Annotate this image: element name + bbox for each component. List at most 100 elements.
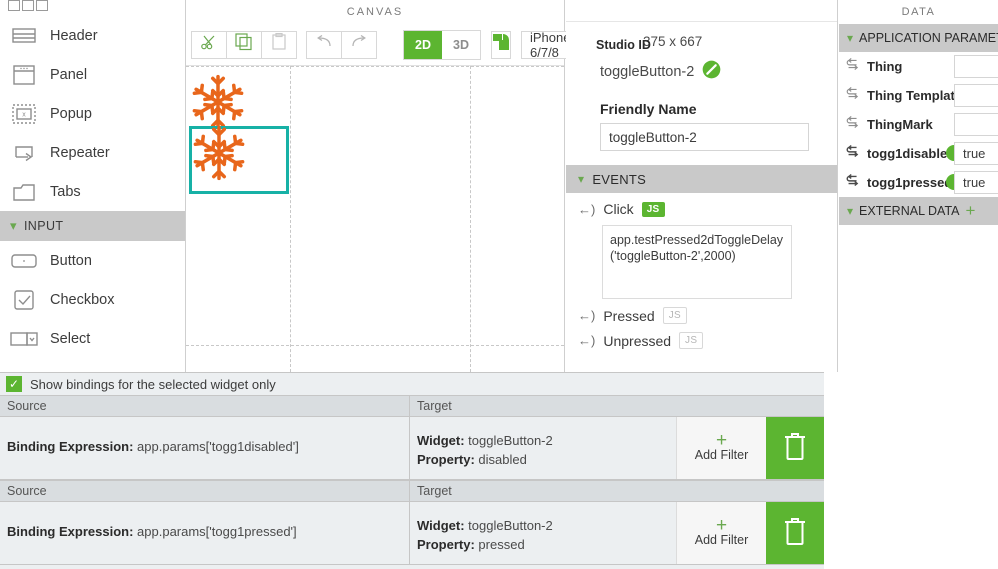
binding-row[interactable]: Binding Expression: app.params['togg1pre… [0, 502, 824, 565]
palette-item-label: Popup [50, 105, 92, 122]
scissors-icon [200, 33, 218, 56]
event-arrow-icon: ←) [578, 333, 596, 348]
data-row-togg1pressed[interactable]: togg1pressed true [839, 168, 998, 197]
canvas-pane: CANVAS 2D 3D iPhone 6/7/8 [186, 0, 617, 374]
redo-button[interactable] [341, 30, 377, 59]
binding-expression-value: app.params['togg1disabled'] [137, 439, 299, 454]
data-row-thing[interactable]: Thing [839, 52, 998, 81]
event-row-pressed[interactable]: ←) Pressed JS [566, 299, 837, 324]
bindings-pane: ✓ Show bindings for the selected widget … [0, 372, 824, 569]
bindings-col-target-header: Target [417, 399, 452, 413]
palette-item-label: Tabs [50, 183, 81, 200]
canvas-guide-vertical [290, 66, 291, 372]
binding-arrows-icon [845, 57, 861, 76]
canvas-toolbar: 2D 3D iPhone 6/7/8 ▾ [186, 24, 617, 66]
external-data-header[interactable]: ▾ EXTERNAL DATA + [839, 197, 998, 225]
bindings-col-target-header: Target [417, 484, 452, 498]
palette-item-label: Panel [50, 66, 88, 83]
canvas-guide-vertical [470, 66, 471, 372]
trash-icon [781, 430, 809, 467]
application-parameters-header[interactable]: ▾ APPLICATION PARAMETERS [839, 24, 998, 52]
palette-item-button[interactable]: Button [0, 241, 185, 280]
friendly-name-input[interactable]: toggleButton-2 [600, 123, 809, 151]
palette-item-repeater[interactable]: Repeater [0, 133, 185, 172]
palette-item-tabs[interactable]: Tabs [0, 172, 185, 211]
canvas-stage[interactable] [186, 66, 564, 372]
event-arrow-icon: ←) [578, 308, 596, 323]
palette-item-label: Select [50, 330, 91, 347]
palette-section-input[interactable]: ▾ INPUT [0, 211, 185, 241]
thingworx-studio-window: Header Panel x Popup Repeater Tabs ▾ INP… [0, 0, 998, 569]
binding-row[interactable]: Binding Expression: app.params['togg1dis… [0, 417, 824, 480]
chevron-down-icon: ▾ [847, 31, 854, 45]
show-bindings-checkbox[interactable]: ✓ [6, 376, 22, 392]
add-filter-button[interactable]: + Add Filter [676, 417, 766, 479]
data-row-value[interactable]: true [954, 171, 998, 194]
event-row-click[interactable]: ←) Click JS [566, 193, 837, 217]
data-row-value[interactable] [954, 55, 998, 78]
property-label: Property: [417, 537, 475, 552]
layout-icon [492, 33, 510, 56]
widget-label: Widget: [417, 518, 465, 533]
event-name: Pressed [603, 307, 655, 324]
js-badge[interactable]: JS [679, 332, 704, 349]
palette-item-label: Header [50, 27, 98, 44]
binding-target-cell: Widget: toggleButton-2 Property: pressed… [410, 502, 824, 564]
palette-item-label: Checkbox [50, 291, 115, 308]
data-row-value[interactable] [954, 84, 998, 107]
event-name: Click [603, 201, 634, 217]
snowflake-widget-2[interactable] [189, 125, 289, 194]
add-filter-button[interactable]: + Add Filter [676, 502, 766, 564]
delete-binding-button[interactable] [766, 502, 824, 564]
palette-item-label: Repeater [50, 144, 110, 161]
data-row-thingmark[interactable]: ThingMark [839, 110, 998, 139]
data-row-thing-template[interactable]: Thing Template [839, 81, 998, 110]
palette-item-header[interactable]: Header [0, 16, 185, 55]
events-section-header[interactable]: ▾ EVENTS [566, 165, 837, 193]
binding-arrows-icon [845, 115, 861, 134]
data-row-value[interactable]: true [954, 142, 998, 165]
js-badge[interactable]: JS [641, 201, 665, 217]
paste-button[interactable] [261, 30, 297, 59]
external-data-label: EXTERNAL DATA [859, 204, 960, 218]
tab-2d-view[interactable]: 2D [404, 30, 442, 59]
undo-button[interactable] [306, 30, 342, 59]
widget-value: toggleButton-2 [468, 518, 553, 533]
binding-target-info: Widget: toggleButton-2 Property: pressed [410, 502, 676, 564]
studio-id-label: Studio ID [596, 38, 651, 52]
show-bindings-label: Show bindings for the selected widget on… [30, 376, 276, 392]
paste-icon [270, 32, 288, 56]
property-label: Property: [417, 452, 475, 467]
palette-item-panel[interactable]: Panel [0, 55, 185, 94]
undo-icon [314, 34, 334, 54]
chevron-down-icon: ▾ [10, 218, 17, 233]
clipboard-button-group [191, 30, 297, 59]
palette-item-checkbox[interactable]: Checkbox [0, 280, 185, 319]
data-row-name: Thing [867, 59, 903, 74]
plus-icon: + [715, 430, 728, 451]
tab-3d-view[interactable]: 3D [442, 30, 480, 59]
event-row-unpressed[interactable]: ←) Unpressed JS [566, 324, 837, 349]
cut-button[interactable] [191, 30, 227, 59]
bindings-header-row: Source Target [0, 480, 824, 502]
property-value: pressed [478, 537, 525, 552]
widget-value: toggleButton-2 [468, 433, 553, 448]
add-filter-label: Add Filter [694, 533, 749, 547]
binding-expression-value: app.params['togg1pressed'] [137, 524, 297, 539]
palette-clipped-item[interactable] [0, 0, 185, 16]
checkbox-icon [8, 288, 40, 312]
palette-item-select[interactable]: Select [0, 319, 185, 358]
button-icon [8, 249, 40, 273]
canvas-guide-horizontal [186, 66, 564, 67]
palette-item-popup[interactable]: x Popup [0, 94, 185, 133]
bindings-filter-row: ✓ Show bindings for the selected widget … [0, 373, 824, 395]
js-badge[interactable]: JS [662, 307, 687, 324]
binding-source-cell: Binding Expression: app.params['togg1pre… [0, 502, 410, 564]
copy-button[interactable] [226, 30, 262, 59]
data-row-togg1disabled[interactable]: togg1disabled true [839, 139, 998, 168]
layout-button[interactable] [491, 30, 511, 59]
data-row-value[interactable] [954, 113, 998, 136]
event-code-click[interactable]: app.testPressed2dToggleDelay('toggleButt… [602, 225, 792, 299]
delete-binding-button[interactable] [766, 417, 824, 479]
binding-indicator-icon[interactable] [702, 60, 721, 83]
